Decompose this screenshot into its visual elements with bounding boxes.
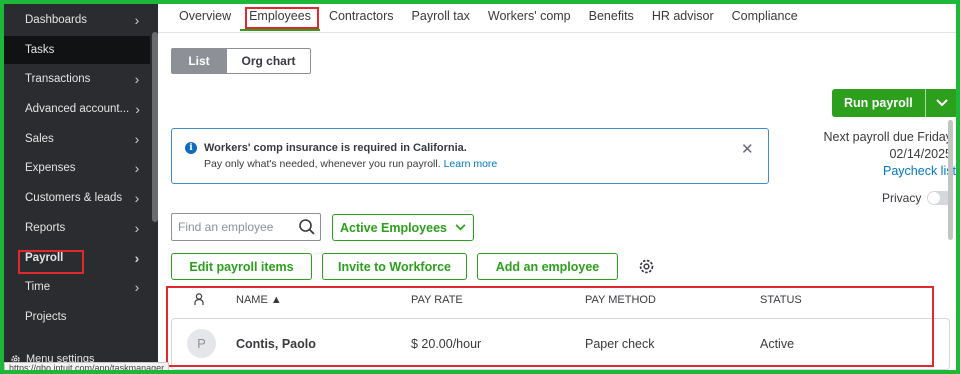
- sidebar-item-advanced-accounting[interactable]: Advanced account... ›: [4, 95, 150, 123]
- workers-comp-alert: i Workers' comp insurance is required in…: [171, 128, 769, 184]
- sidebar-item-reports[interactable]: Reports ›: [4, 214, 150, 242]
- learn-more-link[interactable]: Learn more: [444, 158, 498, 170]
- sidebar-item-label: Payroll: [25, 252, 64, 264]
- chevron-right-icon: ›: [134, 160, 140, 176]
- sidebar-item-dashboards[interactable]: Dashboards ›: [4, 6, 150, 34]
- sidebar-item-expenses[interactable]: Expenses ›: [4, 154, 150, 182]
- employee-pay-method: Paper check: [585, 337, 655, 351]
- sidebar-item-label: Projects: [25, 311, 67, 323]
- employee-name[interactable]: Contis, Paolo: [236, 337, 316, 351]
- run-payroll-dropdown[interactable]: [926, 89, 958, 117]
- next-payroll-date: 02/14/2025: [889, 147, 952, 161]
- view-toggle: List Org chart: [171, 48, 311, 74]
- sidebar-item-payroll[interactable]: Payroll ›: [4, 244, 150, 272]
- person-icon: [194, 293, 204, 305]
- sidebar-item-sales[interactable]: Sales ›: [4, 125, 150, 153]
- sidebar-item-customers-leads[interactable]: Customers & leads ›: [4, 184, 150, 212]
- table-row[interactable]: P Contis, Paolo $ 20.00/hour Paper check…: [171, 318, 950, 370]
- tab-contractors[interactable]: Contractors: [320, 4, 403, 31]
- sidebar-item-projects[interactable]: Projects: [4, 303, 150, 331]
- pay-rate-column-header: PAY RATE: [411, 294, 463, 306]
- invite-to-workforce-button[interactable]: Invite to Workforce: [322, 253, 467, 280]
- tabs-divider: [158, 32, 956, 33]
- sidebar-item-label: Expenses: [25, 162, 76, 174]
- chevron-right-icon: ›: [134, 220, 140, 236]
- chevron-right-icon: ›: [135, 101, 140, 117]
- sidebar-item-label: Time: [25, 281, 51, 293]
- sidebar-item-label: Reports: [25, 222, 66, 234]
- chevron-down-icon: [936, 99, 948, 107]
- employee-status: Active: [760, 337, 795, 351]
- chevron-right-icon: ›: [134, 279, 140, 295]
- alert-title: Workers' comp insurance is required in C…: [204, 142, 467, 154]
- sidebar: Dashboards › Tasks Transactions › Advanc…: [4, 4, 158, 370]
- avatar: P: [187, 329, 216, 358]
- sidebar-item-label: Transactions: [25, 73, 91, 85]
- tab-workers-comp[interactable]: Workers' comp: [479, 4, 580, 31]
- sidebar-item-label: Advanced account...: [25, 103, 130, 115]
- payroll-tabs: Overview Employees Contractors Payroll t…: [170, 4, 807, 32]
- tab-employees[interactable]: Employees: [240, 4, 320, 31]
- sidebar-item-label: Customers & leads: [25, 192, 123, 204]
- sidebar-item-label: Dashboards: [25, 14, 88, 26]
- org-chart-view-button[interactable]: Org chart: [227, 48, 311, 74]
- sidebar-item-tasks[interactable]: Tasks: [4, 36, 150, 64]
- filter-label: Active Employees: [340, 220, 447, 235]
- info-icon: i: [185, 142, 197, 154]
- gear-icon[interactable]: [638, 258, 655, 275]
- close-icon[interactable]: ✕: [741, 140, 754, 158]
- search-input[interactable]: [178, 220, 296, 234]
- status-bar-url: https://qbo.intuit.com/app/taskmanager: [4, 362, 170, 373]
- edit-payroll-items-button[interactable]: Edit payroll items: [171, 253, 312, 280]
- run-payroll-split-button: Run payroll: [832, 89, 958, 117]
- status-column-header: STATUS: [760, 294, 802, 306]
- employee-pay-rate: $ 20.00/hour: [411, 337, 482, 351]
- tab-hr-advisor[interactable]: HR advisor: [643, 4, 723, 31]
- chevron-right-icon: ›: [134, 71, 140, 87]
- alert-body: Pay only what's needed, whenever you run…: [204, 158, 497, 170]
- run-payroll-button[interactable]: Run payroll: [832, 89, 925, 117]
- alert-body-text: Pay only what's needed, whenever you run…: [204, 158, 441, 170]
- privacy-label: Privacy: [882, 191, 922, 205]
- search-icon[interactable]: [298, 218, 316, 236]
- sidebar-item-label: Tasks: [25, 44, 55, 56]
- name-column-header[interactable]: NAME ▲: [236, 294, 282, 306]
- sidebar-item-transactions[interactable]: Transactions ›: [4, 65, 150, 93]
- sidebar-item-label: Sales: [25, 133, 54, 145]
- paycheck-list-link[interactable]: Paycheck list: [883, 164, 956, 178]
- tab-compliance[interactable]: Compliance: [723, 4, 807, 31]
- next-payroll-label: Next payroll due Friday: [823, 130, 952, 144]
- chevron-right-icon: ›: [134, 190, 140, 206]
- chevron-right-icon: ›: [134, 250, 140, 266]
- tab-benefits[interactable]: Benefits: [580, 4, 643, 31]
- chevron-down-icon: [455, 224, 466, 231]
- list-view-button[interactable]: List: [171, 48, 227, 74]
- privacy-toggle-group: Privacy: [882, 191, 954, 205]
- sidebar-item-time[interactable]: Time ›: [4, 273, 150, 301]
- employee-status-filter[interactable]: Active Employees: [332, 214, 474, 241]
- sidebar-scrollbar[interactable]: [152, 32, 158, 222]
- chevron-right-icon: ›: [134, 12, 140, 28]
- chevron-right-icon: ›: [134, 131, 140, 147]
- employee-search: [171, 213, 321, 241]
- pay-method-column-header: PAY METHOD: [585, 294, 656, 306]
- split-divider: [924, 89, 926, 117]
- main-scrollbar[interactable]: [948, 120, 953, 240]
- tab-overview[interactable]: Overview: [170, 4, 240, 31]
- tab-payroll-tax[interactable]: Payroll tax: [403, 4, 479, 31]
- add-employee-button[interactable]: Add an employee: [477, 253, 618, 280]
- next-payroll-info: Next payroll due Friday 02/14/2025: [792, 129, 952, 163]
